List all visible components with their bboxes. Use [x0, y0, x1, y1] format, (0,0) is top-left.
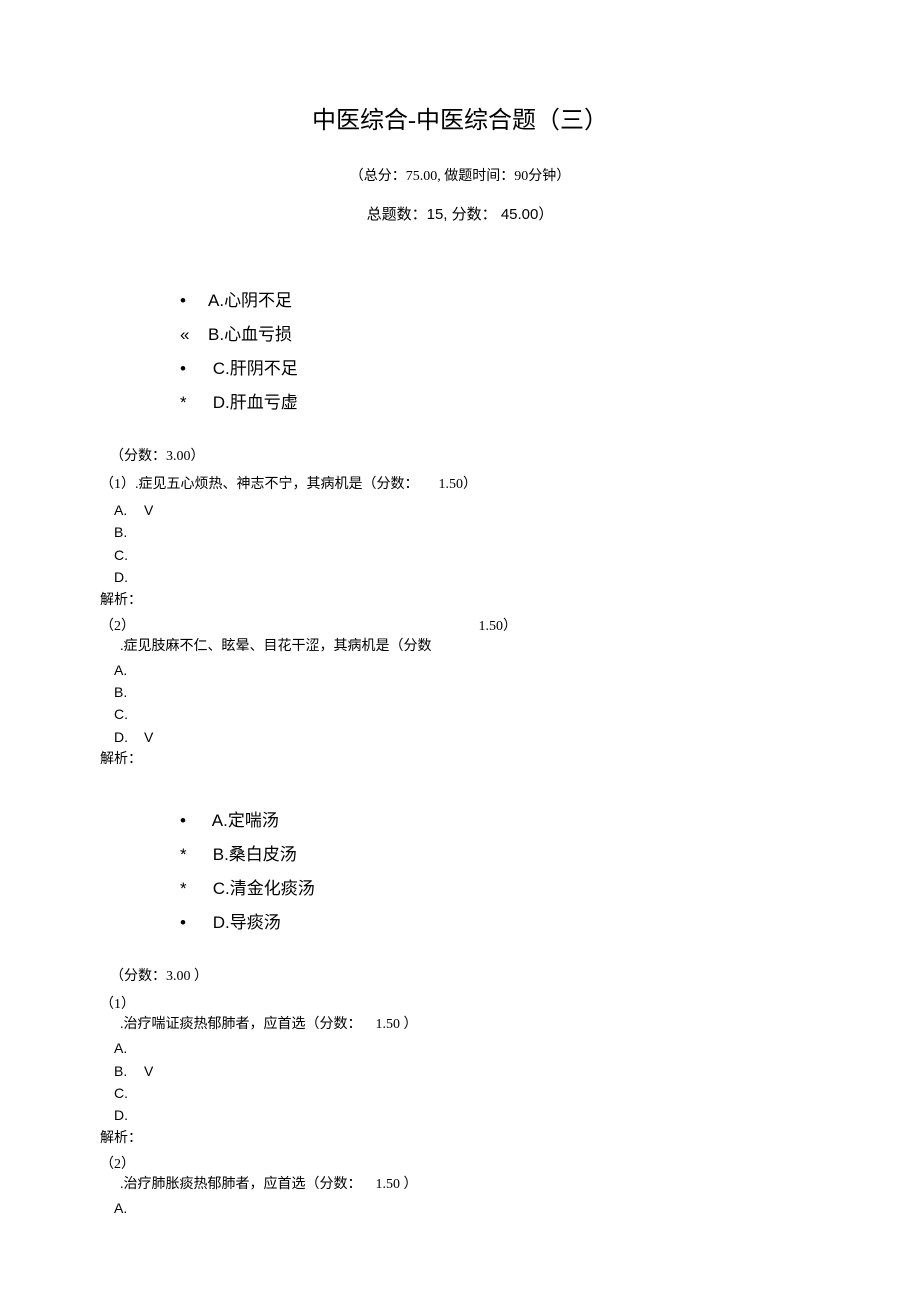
- option-item: * D.肝血亏虚: [180, 386, 820, 420]
- question-text: .症见五心烦热、神志不宁，其病机是（分数：: [135, 477, 419, 492]
- option-code: C.: [213, 879, 230, 898]
- group-score: （分数：3.00 ）: [110, 965, 820, 985]
- option-item: «B.心血亏损: [180, 318, 820, 352]
- question-text: .治疗喘证痰热郁肺者，应首选（分数： 1.50 ）: [120, 1013, 820, 1033]
- bullet-icon: «: [180, 318, 208, 352]
- option-code: A.: [208, 291, 224, 310]
- option-item: * C.清金化痰汤: [180, 872, 820, 906]
- option-item: • D.导痰汤: [180, 906, 820, 940]
- question-number: （2）: [100, 615, 135, 635]
- answer-label: A.: [114, 1037, 136, 1059]
- option-text: 心阴不足: [224, 291, 292, 310]
- option-code: A.: [212, 811, 228, 830]
- answer-row: D. V: [114, 726, 820, 748]
- check-icon: V: [144, 729, 153, 745]
- question-line: （2） 1.50） .症见肢麻不仁、眩晕、目花干涩，其病机是（分数: [100, 615, 820, 655]
- option-code: D.: [213, 913, 230, 932]
- question-text: .治疗肺胀痰热郁肺者，应首选（分数： 1.50 ）: [120, 1173, 820, 1193]
- bullet-icon: •: [180, 352, 208, 386]
- option-text: 肝血亏虚: [230, 393, 298, 412]
- question-number: （2）: [100, 1157, 135, 1172]
- option-code: D.: [213, 393, 230, 412]
- option-text: 桑白皮汤: [229, 845, 297, 864]
- answer-label: A.: [114, 1197, 136, 1219]
- bullet-icon: •: [180, 284, 208, 318]
- answer-row: D.: [114, 566, 820, 588]
- bullet-icon: *: [180, 872, 208, 906]
- option-code: B.: [213, 845, 229, 864]
- answer-label: C.: [114, 544, 136, 566]
- option-text: 定喘汤: [228, 811, 279, 830]
- answer-row: B.: [114, 521, 820, 543]
- bullet-icon: *: [180, 386, 208, 420]
- answer-label: D.: [114, 1104, 136, 1126]
- analysis-label: 解析：: [100, 589, 820, 609]
- question-number: （1）: [100, 477, 135, 492]
- document-page: 中医综合-中医综合题（三） （总分：75.00, 做题时间：90分钟） 总题数：…: [0, 0, 920, 1279]
- answer-label: D.: [114, 566, 136, 588]
- answer-label: A.: [114, 499, 136, 521]
- check-icon: V: [144, 1063, 153, 1079]
- answer-row: C.: [114, 1082, 820, 1104]
- option-item: •A.心阴不足: [180, 284, 820, 318]
- bullet-icon: •: [180, 906, 208, 940]
- answer-label: A.: [114, 659, 136, 681]
- answer-label: B.: [114, 521, 136, 543]
- bullet-icon: •: [180, 804, 208, 838]
- answer-row: B. V: [114, 1060, 820, 1082]
- option-text: 清金化痰汤: [230, 879, 315, 898]
- meta-total: （总分：75.00, 做题时间：90分钟）: [100, 165, 820, 185]
- question-line: （2） .治疗肺胀痰热郁肺者，应首选（分数： 1.50 ）: [100, 1153, 820, 1193]
- answer-label: C.: [114, 703, 136, 725]
- option-item: • A.定喘汤: [180, 804, 820, 838]
- answer-label: C.: [114, 1082, 136, 1104]
- option-group-1: •A.心阴不足 «B.心血亏损 • C.肝阴不足 * D.肝血亏虚: [180, 284, 820, 420]
- option-code: C.: [213, 359, 230, 378]
- question-line: （1） .治疗喘证痰热郁肺者，应首选（分数： 1.50 ）: [100, 993, 820, 1033]
- answer-row: D.: [114, 1104, 820, 1126]
- answer-row: A. V: [114, 499, 820, 521]
- answer-row: A.: [114, 1197, 820, 1219]
- question-line: （1）.症见五心烦热、神志不宁，其病机是（分数： 1.50）: [100, 473, 820, 493]
- question-text: .症见肢麻不仁、眩晕、目花干涩，其病机是（分数: [120, 635, 820, 655]
- bullet-icon: *: [180, 838, 208, 872]
- check-icon: V: [144, 502, 153, 518]
- option-text: 导痰汤: [230, 913, 281, 932]
- group-score: （分数：3.00）: [110, 445, 820, 465]
- answer-label: D.: [114, 726, 136, 748]
- option-item: * B.桑白皮汤: [180, 838, 820, 872]
- analysis-label: 解析：: [100, 748, 820, 768]
- meta-count: 总题数：15, 分数： 45.00）: [100, 203, 820, 224]
- question-number: （1）: [100, 997, 135, 1012]
- option-code: B.: [208, 325, 224, 344]
- answer-row: A.: [114, 1037, 820, 1059]
- question-score: 1.50）: [439, 477, 478, 492]
- answer-row: C.: [114, 544, 820, 566]
- option-text: 心血亏损: [224, 325, 292, 344]
- option-item: • C.肝阴不足: [180, 352, 820, 386]
- analysis-label: 解析：: [100, 1127, 820, 1147]
- page-title: 中医综合-中医综合题（三）: [100, 100, 820, 135]
- option-group-2: • A.定喘汤 * B.桑白皮汤 * C.清金化痰汤 • D.导痰汤: [180, 804, 820, 940]
- answer-row: B.: [114, 681, 820, 703]
- question-score: 1.50 ）: [376, 1017, 418, 1032]
- answer-label: B.: [114, 1060, 136, 1082]
- question-score: 1.50 ）: [376, 1177, 418, 1192]
- option-text: 肝阴不足: [230, 359, 298, 378]
- answer-label: B.: [114, 681, 136, 703]
- answer-row: C.: [114, 703, 820, 725]
- question-score: 1.50）: [479, 615, 518, 635]
- answer-row: A.: [114, 659, 820, 681]
